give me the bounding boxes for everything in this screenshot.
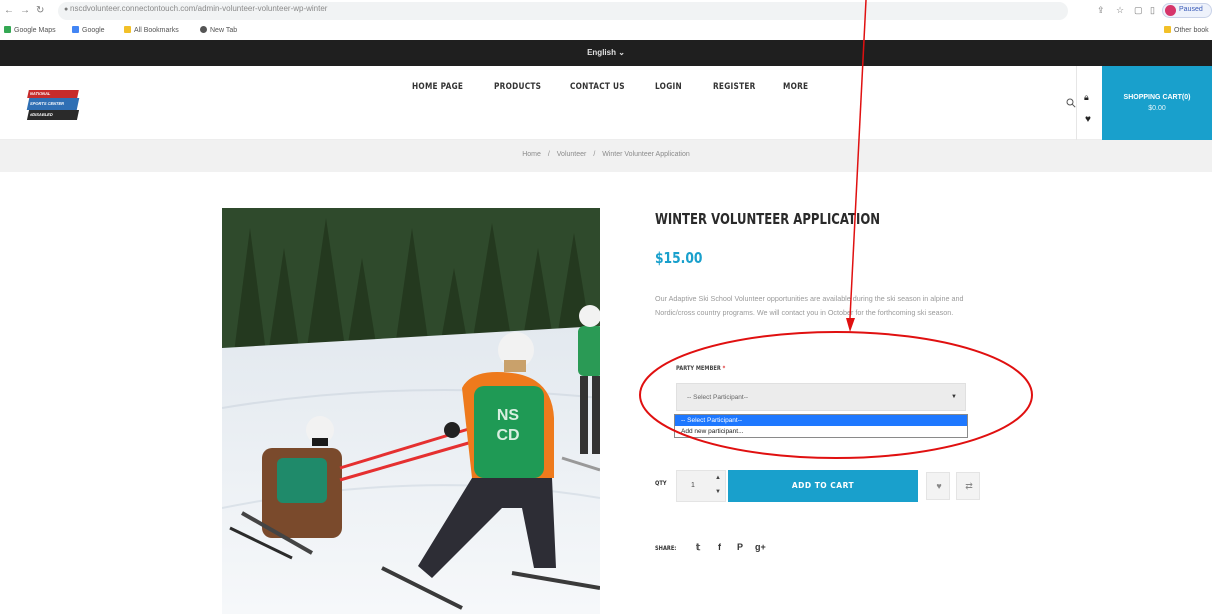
folder-icon <box>1164 26 1171 33</box>
select-value: -- Select Participant-- <box>687 394 749 401</box>
bookmark-google[interactable]: Google <box>72 26 105 34</box>
option-add-new-participant[interactable]: Add new participant... <box>675 426 967 437</box>
bookmark-google-maps[interactable]: Google Maps <box>4 26 56 34</box>
product-description: Our Adaptive Ski School Volunteer opport… <box>655 294 964 317</box>
header-divider <box>1076 66 1077 140</box>
google-icon <box>72 26 79 33</box>
extensions-icon[interactable]: ▢ <box>1134 5 1143 16</box>
maps-icon <box>4 26 11 33</box>
cart-label: SHOPPING CART(0) <box>1123 94 1191 101</box>
product-price: $15.00 <box>655 249 703 267</box>
bookmarks-bar: Google Maps Google All Bookmarks New Tab… <box>0 22 1212 40</box>
bookmark-all[interactable]: All Bookmarks <box>124 26 179 34</box>
product-image: NS CD <box>222 208 600 614</box>
search-icon[interactable] <box>1066 98 1076 108</box>
share-label: SHARE: <box>655 545 677 552</box>
sidebar-icon[interactable]: ▯ <box>1150 5 1155 16</box>
chevron-down-icon: ⌄ <box>618 48 625 57</box>
avatar <box>1165 5 1176 16</box>
vest-text-line2: CD <box>496 427 519 444</box>
menu-products[interactable]: PRODUCTS <box>494 82 541 92</box>
add-to-cart-button[interactable]: ADD TO CART <box>728 470 918 502</box>
qty-value[interactable]: 1 <box>691 482 695 489</box>
product-title: WINTER VOLUNTEER APPLICATION <box>655 210 881 228</box>
googleplus-icon[interactable]: g+ <box>755 542 766 552</box>
site-header: NATIONAL SPORTS CENTER #DISABLED HOME PA… <box>0 66 1212 140</box>
profile-label: Paused <box>1179 6 1203 13</box>
twitter-icon[interactable]: 𝕥 <box>696 542 700 553</box>
breadcrumb-volunteer[interactable]: Volunteer <box>557 151 587 158</box>
browser-chrome: ← → ↻ ● nscdvolunteer.connectontouch.com… <box>0 0 1212 68</box>
menu-register[interactable]: REGISTER <box>713 82 756 92</box>
menu-login[interactable]: LOGIN <box>655 82 682 92</box>
breadcrumb-current: Winter Volunteer Application <box>602 151 690 158</box>
option-select-participant[interactable]: -- Select Participant-- <box>675 415 967 426</box>
qty-label: QTY <box>655 480 667 487</box>
folder-icon <box>124 26 131 33</box>
menu-home-page[interactable]: HOME PAGE <box>412 82 463 92</box>
pinterest-icon[interactable]: P <box>737 542 743 552</box>
shopping-cart-button[interactable]: SHOPPING CART(0) $0.00 <box>1102 66 1212 140</box>
breadcrumb-home[interactable]: Home <box>522 151 541 158</box>
chevron-down-icon: ▼ <box>951 394 957 400</box>
globe-icon <box>200 26 207 33</box>
wishlist-button[interactable]: ♥ <box>926 472 950 500</box>
participant-dropdown: -- Select Participant-- Add new particip… <box>674 414 968 438</box>
breadcrumb: Home / Volunteer / Winter Volunteer Appl… <box>0 140 1212 172</box>
heart-icon[interactable]: ♥ <box>1085 114 1091 125</box>
profile-button[interactable]: Paused <box>1162 3 1212 18</box>
lock-icon[interactable]: 🔒︎ <box>1084 92 1089 103</box>
menu-contact-us[interactable]: CONTACT US <box>570 82 625 92</box>
compare-button[interactable]: ⇄ <box>956 472 980 500</box>
party-member-select[interactable]: -- Select Participant-- ▼ <box>676 383 966 411</box>
facebook-icon[interactable]: f <box>718 542 721 552</box>
add-to-cart-label: ADD TO CART <box>791 481 855 490</box>
required-marker: * <box>722 365 726 372</box>
quantity-stepper[interactable]: 1 ▲ ▼ <box>676 470 726 502</box>
heart-icon: ♥ <box>936 481 942 491</box>
decrement-icon[interactable]: ▼ <box>715 489 721 495</box>
annotation-arrowhead <box>846 318 855 332</box>
address-row: ← → ↻ ● nscdvolunteer.connectontouch.com… <box>0 0 1212 22</box>
url-text: nscdvolunteer.connectontouch.com/admin-v… <box>70 4 328 13</box>
vest-text-line1: NS <box>497 407 520 424</box>
language-bar: English ⌄ <box>0 40 1212 66</box>
bookmark-new-tab[interactable]: New Tab <box>200 26 237 34</box>
cart-total: $0.00 <box>1148 105 1166 112</box>
bookmark-star-icon[interactable]: ☆ <box>1116 5 1124 16</box>
back-arrow-icon[interactable]: ← <box>4 5 14 16</box>
menu-more[interactable]: MORE <box>783 82 808 92</box>
reload-icon[interactable]: ↻ <box>36 5 44 16</box>
site-info-icon[interactable]: ● <box>64 6 68 13</box>
bookmark-other[interactable]: Other book <box>1164 26 1209 34</box>
compare-icon: ⇄ <box>965 481 973 491</box>
site-logo[interactable]: NATIONAL SPORTS CENTER #DISABLED <box>26 90 80 120</box>
language-selector[interactable]: English ⌄ <box>0 48 1212 57</box>
increment-icon[interactable]: ▲ <box>715 475 721 481</box>
share-page-icon[interactable]: ⇪ <box>1097 5 1105 16</box>
forward-arrow-icon[interactable]: → <box>20 5 30 16</box>
party-member-label: PARTY MEMBER * <box>676 365 726 372</box>
